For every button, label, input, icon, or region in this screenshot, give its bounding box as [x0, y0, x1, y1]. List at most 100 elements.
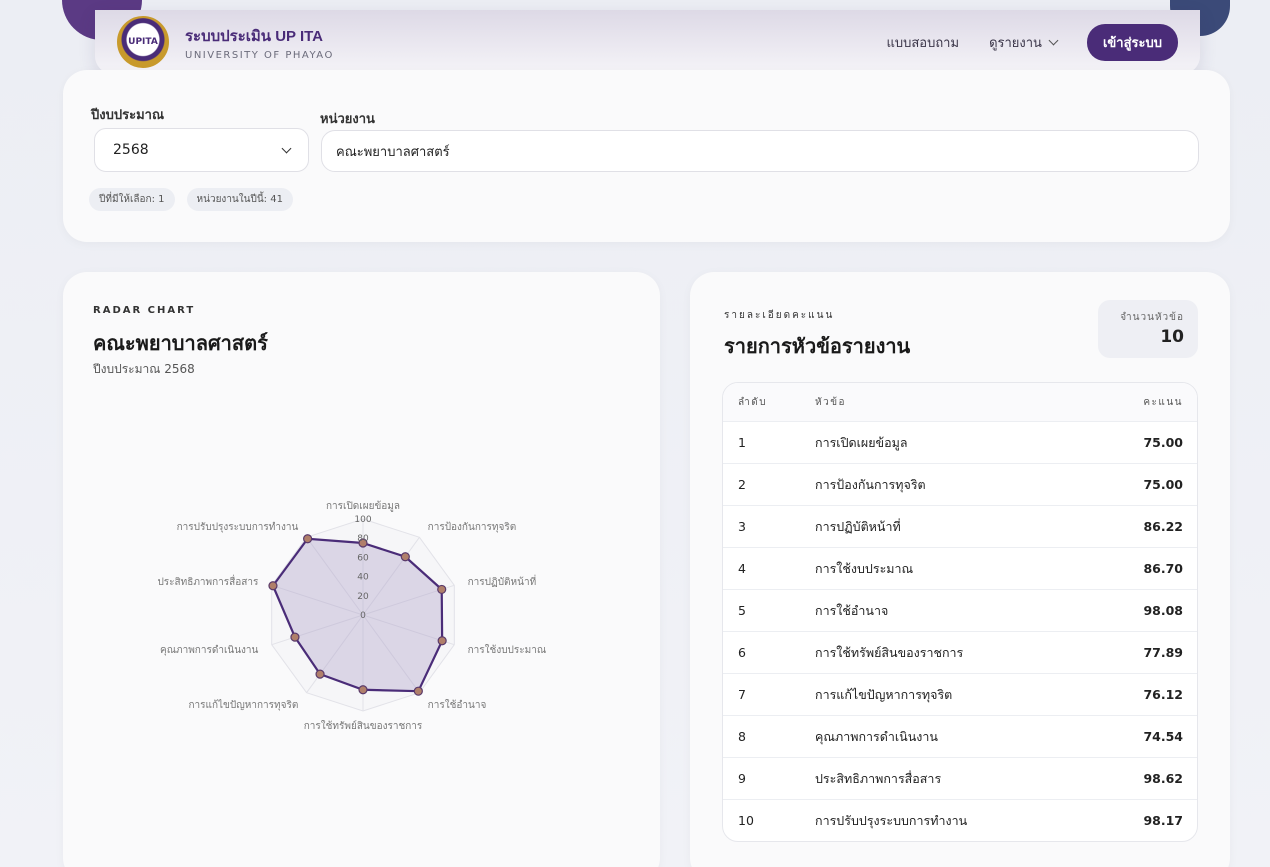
brand-subtitle: UNIVERSITY OF PHAYAO	[185, 49, 334, 61]
table-row[interactable]: 3 การปฏิบัติหน้าที่ 86.22	[723, 505, 1197, 547]
row-no: 3	[738, 519, 746, 534]
column-header-score: คะแนน	[1143, 396, 1183, 408]
row-no: 8	[738, 729, 746, 744]
filter-card: ปีงบประมาณ หน่วยงาน 2568 คณะพยาบาลศาสตร์…	[63, 70, 1230, 242]
table-row[interactable]: 6 การใช้ทรัพย์สินของราชการ 77.89	[723, 631, 1197, 673]
row-topic: การใช้ทรัพย์สินของราชการ	[815, 644, 964, 660]
year-select[interactable]: 2568	[94, 128, 309, 172]
topic-count-value: 10	[1160, 327, 1184, 347]
radar-category-label: การปฏิบัติหน้าที่	[468, 574, 537, 588]
details-kicker: รายละเอียดคะแนน	[724, 310, 835, 321]
row-no: 5	[738, 603, 746, 618]
row-score: 98.62	[1143, 771, 1183, 786]
row-score: 86.22	[1143, 519, 1183, 534]
nav-report-dropdown[interactable]: ดูรายงาน	[989, 32, 1059, 53]
table-row[interactable]: 1 การเปิดเผยข้อมูล 75.00	[723, 421, 1197, 463]
department-input[interactable]: คณะพยาบาลศาสตร์	[321, 130, 1199, 172]
row-no: 9	[738, 771, 746, 786]
chevron-down-icon	[1048, 35, 1059, 45]
nav-report-label: ดูรายงาน	[989, 35, 1042, 51]
university-logo[interactable]: UPITA	[117, 16, 169, 68]
row-topic: การแก้ไขปัญหาการทุจริต	[815, 686, 953, 702]
table-header: ลำดับ หัวข้อ คะแนน	[723, 383, 1197, 421]
radar-point	[315, 669, 325, 679]
row-no: 1	[738, 435, 746, 450]
radar-tick-label: 20	[357, 592, 369, 602]
row-score: 76.12	[1143, 687, 1183, 702]
row-score: 75.00	[1143, 435, 1183, 450]
chip-unit-count: หน่วยงานในปีนี้: 41	[186, 188, 293, 211]
row-topic: การปฏิบัติหน้าที่	[815, 518, 901, 534]
radar-tick-label: 40	[357, 573, 369, 583]
table-row[interactable]: 7 การแก้ไขปัญหาการทุจริต 76.12	[723, 673, 1197, 715]
row-topic: การใช้อำนาจ	[815, 602, 889, 618]
radar-category-label: การใช้ทรัพย์สินของราชการ	[304, 720, 423, 732]
radar-category-label: การใช้อำนาจ	[428, 699, 487, 711]
row-topic: ประสิทธิภาพการสื่อสาร	[815, 770, 942, 786]
table-row[interactable]: 8 คุณภาพการดำเนินงาน 74.54	[723, 715, 1197, 757]
radar-point	[268, 581, 278, 591]
row-score: 98.17	[1143, 813, 1183, 828]
chip-available-years: ปีที่มีให้เลือก: 1	[89, 188, 175, 211]
row-score: 74.54	[1143, 729, 1183, 744]
radar-chart: 0 20 40 60 80 100 การเปิดเผยข้อมูลการป้องกันกา…	[157, 500, 547, 732]
row-topic: การปรับปรุงระบบการทำงาน	[815, 812, 968, 828]
table-row[interactable]: 2 การป้องกันการทุจริต 75.00	[723, 463, 1197, 505]
year-select-value: 2568	[113, 142, 149, 158]
details-title: รายการหัวข้อรายงาน	[724, 334, 911, 358]
details-card: รายละเอียดคะแนน รายการหัวข้อรายงาน จำนวน…	[690, 272, 1230, 867]
row-topic: การเปิดเผยข้อมูล	[815, 434, 908, 450]
row-no: 10	[738, 813, 754, 828]
radar-category-label: การป้องกันการทุจริต	[428, 521, 517, 533]
radar-category-label: การแก้ไขปัญหาการทุจริต	[188, 699, 298, 711]
radar-point	[303, 534, 313, 544]
topic-count-box: จำนวนหัวข้อ 10	[1098, 300, 1198, 358]
topic-count-label: จำนวนหัวข้อ	[1120, 312, 1184, 323]
table-row[interactable]: 10 การปรับปรุงระบบการทำงาน 98.17	[723, 799, 1197, 841]
radar-tick-label: 60	[357, 553, 369, 563]
radar-category-label: การปรับปรุงระบบการทำงาน	[177, 522, 299, 533]
score-table: ลำดับ หัวข้อ คะแนน 1 การเปิดเผยข้อมูล 75.0…	[722, 382, 1198, 842]
logo-text: UPITA	[128, 37, 158, 47]
nav-survey-link[interactable]: แบบสอบถาม	[886, 32, 959, 53]
table-row[interactable]: 4 การใช้งบประมาณ 86.70	[723, 547, 1197, 589]
brand[interactable]: ระบบประเมิน UP ITA UNIVERSITY OF PHAYAO	[185, 24, 334, 61]
filter-info-chips: ปีที่มีให้เลือก: 1 หน่วยงานในปีนี้: 41	[89, 188, 293, 211]
column-header-topic: หัวข้อ	[815, 396, 847, 408]
row-topic: การใช้งบประมาณ	[815, 560, 914, 576]
radar-point	[290, 632, 300, 642]
table-row[interactable]: 5 การใช้อำนาจ 98.08	[723, 589, 1197, 631]
year-label: ปีงบประมาณ	[91, 108, 164, 123]
row-score: 75.00	[1143, 477, 1183, 492]
radar-point	[400, 552, 410, 562]
radar-category-label: การเปิดเผยข้อมูล	[326, 500, 400, 512]
row-no: 4	[738, 561, 746, 576]
row-score: 77.89	[1143, 645, 1183, 660]
radar-card: RADAR CHART คณะพยาบาลศาสตร์ ปีงบประมาณ 2…	[63, 272, 660, 867]
department-label: หน่วยงาน	[320, 112, 375, 127]
row-topic: การป้องกันการทุจริต	[815, 476, 926, 492]
table-row[interactable]: 9 ประสิทธิภาพการสื่อสาร 98.62	[723, 757, 1197, 799]
row-score: 86.70	[1143, 561, 1183, 576]
navbar: UPITA ระบบประเมิน UP ITA UNIVERSITY OF P…	[95, 10, 1200, 74]
department-input-value: คณะพยาบาลศาสตร์	[336, 144, 450, 160]
row-no: 2	[738, 477, 746, 492]
radar-point	[437, 636, 447, 646]
radar-point	[358, 685, 368, 695]
brand-title: ระบบประเมิน UP ITA	[185, 27, 324, 45]
radar-point	[413, 686, 423, 696]
radar-category-label: คุณภาพการดำเนินงาน	[160, 645, 259, 656]
radar-point	[437, 584, 447, 595]
row-no: 7	[738, 687, 746, 702]
login-button[interactable]: เข้าสู่ระบบ	[1086, 23, 1178, 61]
radar-category-label: การใช้งบประมาณ	[468, 644, 547, 656]
chevron-down-icon	[281, 143, 292, 153]
column-header-no: ลำดับ	[738, 396, 768, 408]
nav-menu: แบบสอบถาม ดูรายงาน เข้าสู่ระบบ	[886, 23, 1178, 61]
radar-tick-label: 0	[360, 611, 366, 621]
row-score: 98.08	[1143, 603, 1183, 618]
row-no: 6	[738, 645, 746, 660]
row-topic: คุณภาพการดำเนินงาน	[815, 728, 938, 744]
radar-category-label: ประสิทธิภาพการสื่อสาร	[157, 574, 259, 588]
radar-tick-label: 100	[354, 515, 371, 525]
